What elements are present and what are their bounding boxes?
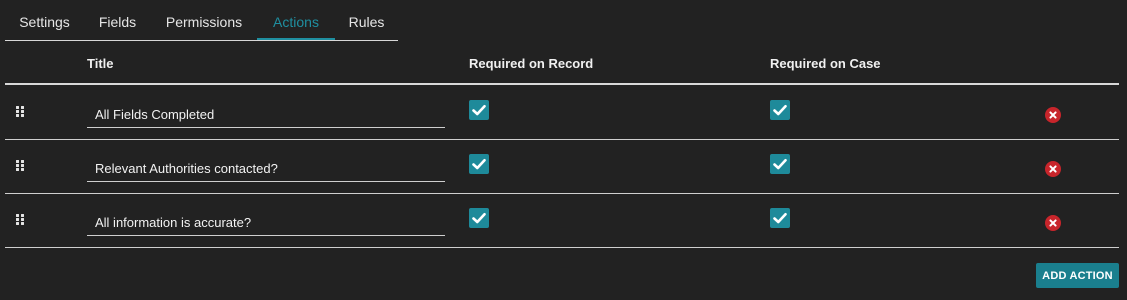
column-header-title: Title xyxy=(87,56,114,71)
tab-permissions[interactable]: Permissions xyxy=(151,0,257,40)
required-on-record-checkbox[interactable] xyxy=(469,100,489,120)
table-row xyxy=(5,140,1119,194)
close-circle-icon xyxy=(1049,111,1057,119)
table-header: Title Required on Record Required on Cas… xyxy=(5,41,1119,85)
close-circle-icon xyxy=(1049,165,1057,173)
required-on-record-checkbox[interactable] xyxy=(469,208,489,228)
close-circle-icon xyxy=(1049,219,1057,227)
delete-action-button[interactable] xyxy=(1045,215,1061,231)
column-header-required-on-case: Required on Case xyxy=(770,56,881,71)
table-row xyxy=(5,86,1119,140)
required-on-record-checkbox[interactable] xyxy=(469,154,489,174)
column-header-required-on-record: Required on Record xyxy=(469,56,594,71)
drag-handle-icon[interactable] xyxy=(16,160,24,172)
checkmark-icon xyxy=(773,212,787,224)
action-title-input[interactable] xyxy=(87,210,445,236)
tab-rules[interactable]: Rules xyxy=(335,0,398,40)
action-title-input[interactable] xyxy=(87,156,445,182)
tab-fields[interactable]: Fields xyxy=(84,0,151,40)
tab-actions[interactable]: Actions xyxy=(257,0,335,40)
checkmark-icon xyxy=(773,158,787,170)
delete-action-button[interactable] xyxy=(1045,107,1061,123)
add-action-button[interactable]: ADD ACTION xyxy=(1036,263,1119,288)
required-on-case-checkbox[interactable] xyxy=(770,208,790,228)
tab-bar: Settings Fields Permissions Actions Rule… xyxy=(5,0,398,41)
table-row xyxy=(5,194,1119,248)
drag-handle-icon[interactable] xyxy=(16,106,24,118)
delete-action-button[interactable] xyxy=(1045,161,1061,177)
drag-handle-icon[interactable] xyxy=(16,214,24,226)
action-title-input[interactable] xyxy=(87,102,445,128)
required-on-case-checkbox[interactable] xyxy=(770,100,790,120)
actions-panel: Settings Fields Permissions Actions Rule… xyxy=(0,0,1127,300)
required-on-case-checkbox[interactable] xyxy=(770,154,790,174)
tab-settings[interactable]: Settings xyxy=(5,0,84,40)
checkmark-icon xyxy=(773,104,787,116)
checkmark-icon xyxy=(472,212,486,224)
checkmark-icon xyxy=(472,158,486,170)
checkmark-icon xyxy=(472,104,486,116)
